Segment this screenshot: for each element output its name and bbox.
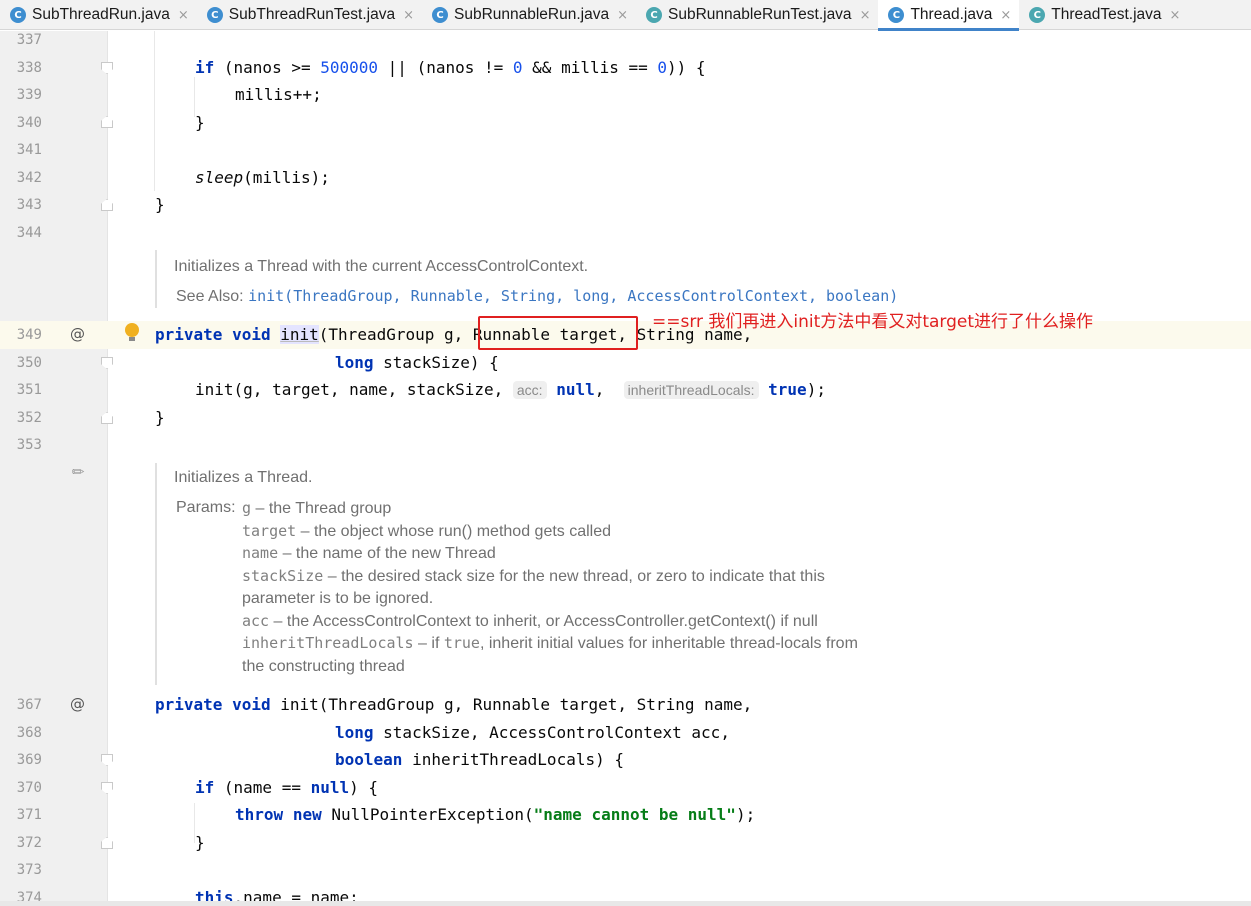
line-number[interactable]: 374	[0, 889, 42, 901]
tab-thread-java[interactable]: C Thread.java ×	[878, 0, 1020, 31]
line-number[interactable]: 371	[0, 806, 42, 824]
class-icon: C	[10, 7, 26, 23]
code-line-342[interactable]: sleep(millis);	[195, 168, 330, 188]
code-line-367[interactable]: private void init(ThreadGroup g, Runnabl…	[155, 695, 752, 715]
tab-subrunnableruntest[interactable]: C SubRunnableRunTest.java ×	[636, 0, 878, 30]
close-icon[interactable]: ×	[403, 8, 414, 23]
code-line-369[interactable]: boolean inheritThreadLocals) {	[335, 750, 624, 770]
line-number[interactable]: 338	[0, 59, 42, 77]
doc-param: stackSize – the desired stack size for t…	[242, 567, 825, 585]
line-number[interactable]: 339	[0, 86, 42, 104]
line-number[interactable]: 350	[0, 354, 42, 372]
line-number[interactable]: 342	[0, 169, 42, 187]
line-number[interactable]: 369	[0, 751, 42, 769]
code-line-352[interactable]: }	[155, 408, 165, 428]
class-icon: C	[888, 7, 905, 23]
line-number[interactable]: 370	[0, 779, 42, 797]
indent-guide	[194, 77, 195, 117]
doc-summary: Initializes a Thread.	[174, 469, 313, 486]
param-hint: acc:	[512, 381, 547, 399]
line-number[interactable]: 372	[0, 834, 42, 852]
close-icon[interactable]: ×	[178, 8, 189, 23]
line-number[interactable]: 367	[0, 696, 42, 714]
lightbulb-icon[interactable]	[125, 323, 139, 343]
close-icon[interactable]: ×	[1170, 8, 1181, 23]
tab-label: SubRunnableRunTest.java	[668, 6, 852, 23]
code-line-374[interactable]: this.name = name;	[195, 888, 359, 901]
class-icon: C	[431, 7, 448, 23]
code-line-338[interactable]: if (nanos >= 500000 || (nanos != 0 && mi…	[195, 58, 706, 78]
line-number[interactable]: 343	[0, 196, 42, 214]
line-number[interactable]: 344	[0, 224, 42, 242]
doc-param: target – the object whose run() method g…	[242, 522, 612, 540]
doc-param: the constructing thread	[242, 658, 405, 675]
doc-see-also: See Also: init(ThreadGroup, Runnable, St…	[176, 287, 899, 305]
tab-label: Thread.java	[910, 6, 993, 23]
editor-tab-bar: C SubThreadRun.java × C SubThreadRunTest…	[0, 0, 1251, 31]
close-icon[interactable]: ×	[1000, 8, 1011, 23]
line-number[interactable]: 353	[0, 436, 42, 454]
indent-guide	[154, 31, 155, 191]
runnable-class-icon: C	[646, 7, 663, 23]
class-icon: C	[206, 7, 223, 23]
tab-label: SubThreadRunTest.java	[228, 6, 396, 23]
line-number[interactable]: 340	[0, 114, 42, 132]
line-number[interactable]: 337	[0, 31, 42, 49]
override-marker-icon[interactable]: @	[70, 325, 85, 343]
code-line-340[interactable]: }	[195, 113, 205, 133]
tab-label: SubThreadRun.java	[32, 6, 170, 23]
annotation-text: ==srr 我们再进入init方法中看又对target进行了什么操作	[652, 312, 1094, 332]
param-hint: inheritThreadLocals:	[623, 381, 759, 399]
gutter[interactable]	[0, 31, 108, 901]
code-line-370[interactable]: if (name == null) {	[195, 778, 378, 798]
doc-param: inheritThreadLocals – if true, inherit i…	[242, 634, 858, 652]
code-line-371[interactable]: throw new NullPointerException("name can…	[235, 805, 755, 825]
doc-summary: Initializes a Thread with the current Ac…	[174, 258, 589, 275]
tab-subthreadruntest[interactable]: C SubThreadRunTest.java ×	[197, 0, 422, 30]
javadoc-block[interactable]: Initializes a Thread. Params: g – the Th…	[155, 463, 935, 685]
line-number[interactable]: 349	[0, 326, 42, 344]
close-icon[interactable]: ×	[617, 8, 628, 23]
line-number[interactable]: 373	[0, 861, 42, 879]
javadoc-block[interactable]: Initializes a Thread with the current Ac…	[155, 250, 915, 308]
doc-param: g – the Thread group	[242, 499, 392, 517]
code-line-351[interactable]: init(g, target, name, stackSize, acc: nu…	[195, 380, 826, 400]
line-number[interactable]: 352	[0, 409, 42, 427]
tab-label: SubRunnableRun.java	[453, 6, 610, 23]
tab-subthreadrun[interactable]: C SubThreadRun.java ×	[0, 0, 197, 30]
code-line-339[interactable]: millis++;	[235, 85, 322, 105]
doc-param: name – the name of the new Thread	[242, 544, 496, 562]
line-number[interactable]: 368	[0, 724, 42, 742]
override-marker-icon[interactable]: @	[70, 695, 85, 713]
line-number[interactable]: 341	[0, 141, 42, 159]
code-line-368[interactable]: long stackSize, AccessControlContext acc…	[335, 723, 730, 743]
runnable-class-icon: C	[1029, 7, 1046, 23]
see-also-link[interactable]: init(ThreadGroup, Runnable, String, long…	[248, 287, 898, 305]
code-editor[interactable]: 337 338 339 340 341 342 343 344 349 350 …	[0, 31, 1251, 901]
code-line-343[interactable]: }	[155, 195, 165, 215]
code-line-372[interactable]: }	[195, 833, 205, 853]
tab-label: ThreadTest.java	[1051, 6, 1162, 23]
close-icon[interactable]: ×	[860, 8, 871, 23]
code-line-350[interactable]: long stackSize) {	[335, 353, 499, 373]
horizontal-scrollbar[interactable]	[0, 901, 1251, 906]
doc-param: acc – the AccessControlContext to inheri…	[242, 612, 818, 630]
doc-params-label: Params:	[176, 499, 236, 516]
line-number[interactable]: 351	[0, 381, 42, 399]
tab-subrunnablerun[interactable]: C SubRunnableRun.java ×	[422, 0, 636, 30]
annotation-highlight-box	[478, 316, 638, 350]
doc-param: parameter is to be ignored.	[242, 590, 434, 607]
tab-threadtest[interactable]: C ThreadTest.java ×	[1019, 0, 1188, 30]
